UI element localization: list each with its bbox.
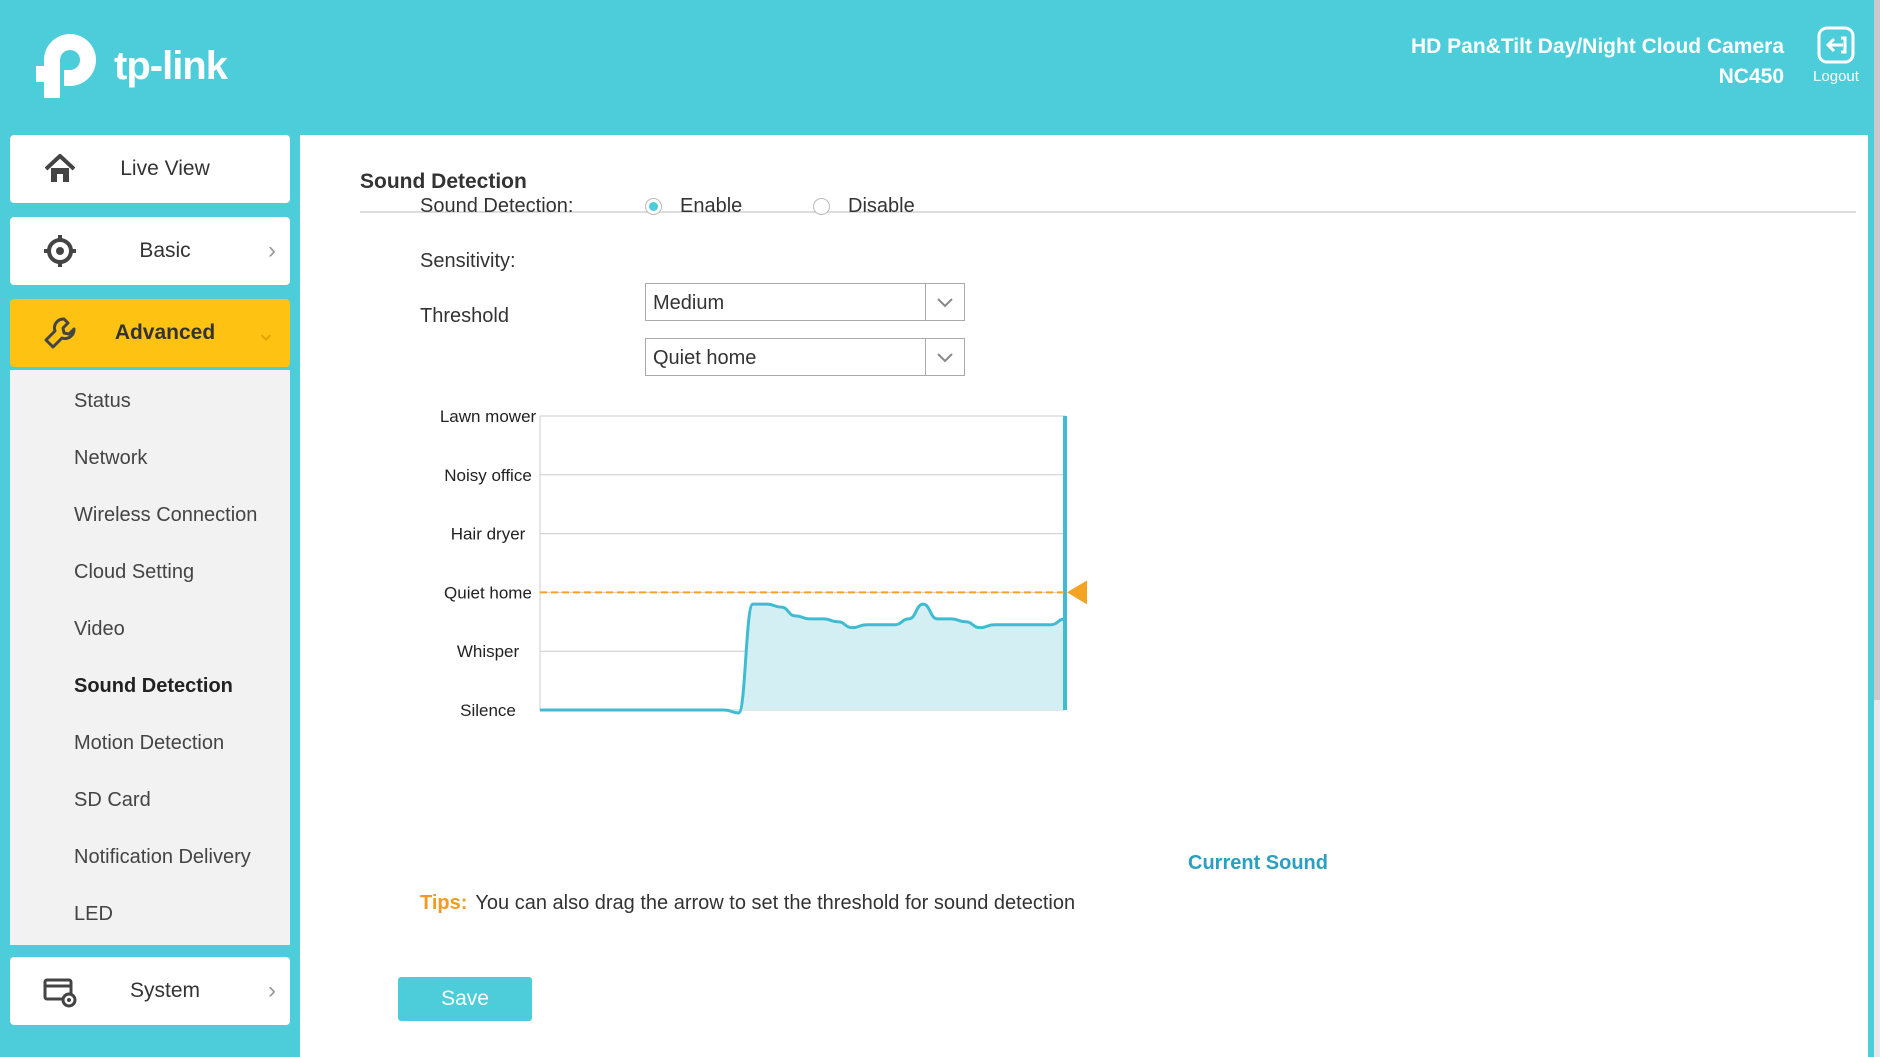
- submenu-video[interactable]: Video: [74, 618, 125, 641]
- submenu-motion-detection[interactable]: Motion Detection: [74, 732, 224, 755]
- chevron-right-icon: ›: [268, 237, 276, 264]
- chevron-right-icon: ›: [268, 977, 276, 1004]
- save-button[interactable]: Save: [398, 977, 532, 1021]
- tp-link-logo: tp-link: [36, 30, 228, 102]
- header: tp-link HD Pan&Tilt Day/Night Cloud Came…: [0, 0, 1880, 135]
- nav-live-view[interactable]: Live View: [10, 135, 290, 203]
- submenu-cloud-setting[interactable]: Cloud Setting: [74, 561, 194, 584]
- current-sound-label: Current Sound: [1188, 852, 1328, 874]
- logo-text: tp-link: [114, 43, 228, 88]
- tips-key: Tips:: [420, 892, 468, 914]
- product-info: HD Pan&Tilt Day/Night Cloud Camera NC450: [1411, 32, 1784, 92]
- submenu-wireless-connection[interactable]: Wireless Connection: [74, 504, 257, 527]
- chart-y-tick-label: Noisy office: [444, 466, 532, 485]
- chevron-down-icon: ⌄: [255, 319, 276, 347]
- sound-level-area: [540, 604, 1065, 713]
- submenu-sd-card[interactable]: SD Card: [74, 789, 151, 812]
- tips-message: You can also drag the arrow to set the t…: [475, 892, 1076, 914]
- logout-button[interactable]: Logout: [1806, 26, 1866, 85]
- chart-y-tick-label: Quiet home: [444, 583, 532, 602]
- threshold-drag-arrow-icon[interactable]: [1067, 580, 1087, 605]
- chart-y-tick-label: Silence: [460, 701, 516, 720]
- chart-y-tick-label: Lawn mower: [440, 407, 537, 426]
- logout-label: Logout: [1813, 68, 1859, 85]
- advanced-submenu: Status Network Wireless Connection Cloud…: [10, 370, 290, 945]
- scrollbar-thumb[interactable]: [1874, 0, 1880, 700]
- tips-text: Tips: You can also drag the arrow to set …: [420, 892, 1075, 915]
- sound-level-chart: Silence Whisper Quiet home Hair dryer Noisy …: [440, 407, 1087, 720]
- submenu-sound-detection[interactable]: Sound Detection: [74, 675, 233, 698]
- nav-advanced[interactable]: Advanced ⌄: [10, 299, 290, 367]
- page-scrollbar[interactable]: [1874, 0, 1880, 1057]
- nav-system[interactable]: System ›: [10, 957, 290, 1025]
- logout-icon: [1817, 26, 1855, 64]
- chart-y-tick-label: Whisper: [457, 642, 520, 661]
- main-panel: Sound Detection Sound Detection: Enable …: [300, 135, 1868, 1057]
- submenu-status[interactable]: Status: [74, 390, 131, 413]
- submenu-notification-delivery[interactable]: Notification Delivery: [74, 846, 251, 869]
- product-model: NC450: [1718, 65, 1784, 88]
- tp-link-logo-icon: [36, 34, 96, 98]
- product-name: HD Pan&Tilt Day/Night Cloud Camera: [1411, 35, 1784, 58]
- nav-basic[interactable]: Basic ›: [10, 217, 290, 285]
- chart-y-tick-label: Hair dryer: [451, 525, 526, 544]
- submenu-led[interactable]: LED: [74, 903, 113, 926]
- submenu-network[interactable]: Network: [74, 447, 147, 470]
- nav-live-view-label: Live View: [120, 157, 210, 180]
